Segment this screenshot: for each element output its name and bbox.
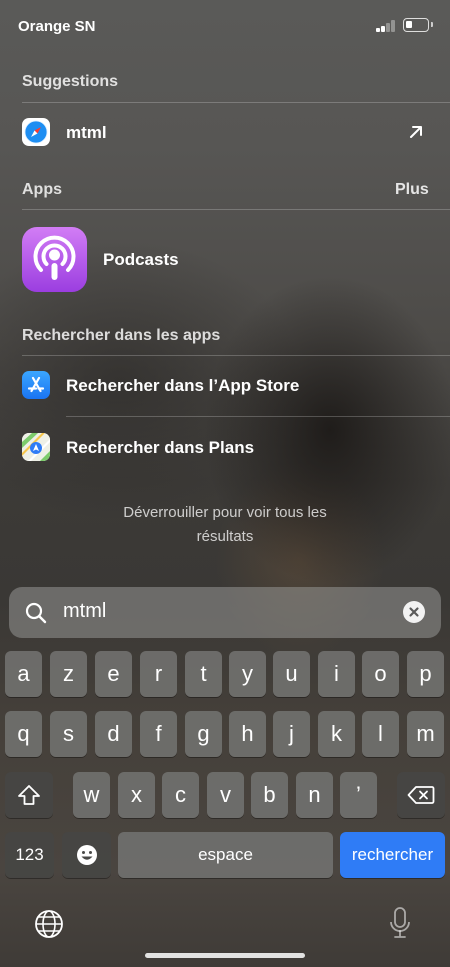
key-a[interactable]: a: [5, 651, 42, 697]
suggestion-row-mtml[interactable]: mtml: [0, 104, 450, 160]
apps-header: Apps: [22, 181, 62, 198]
search-in-apps-header: Rechercher dans les apps: [22, 327, 221, 344]
key-f[interactable]: f: [140, 711, 177, 757]
search-input[interactable]: mtml: [63, 600, 106, 623]
podcasts-icon: [22, 227, 87, 292]
apps-more-link[interactable]: Plus: [395, 181, 429, 199]
key-k[interactable]: k: [318, 711, 355, 757]
search-field[interactable]: mtml: [9, 587, 441, 638]
key-o[interactable]: o: [362, 651, 399, 697]
unlock-message-line2: résultats: [196, 528, 254, 545]
cellular-signal-icon: [376, 20, 396, 32]
clear-icon[interactable]: [403, 601, 425, 623]
delete-icon[interactable]: [397, 772, 445, 818]
globe-icon[interactable]: [34, 909, 64, 939]
key-p[interactable]: p: [407, 651, 444, 697]
key-m[interactable]: m: [407, 711, 444, 757]
key-s[interactable]: s: [50, 711, 87, 757]
unlock-message-line1: Déverrouiller pour voir tous les: [123, 504, 327, 521]
maps-icon: [22, 433, 50, 461]
key-z[interactable]: z: [50, 651, 87, 697]
key-apostrophe[interactable]: ’: [340, 772, 377, 818]
divider: [66, 416, 450, 417]
search-maps-label: Rechercher dans Plans: [66, 438, 255, 457]
microphone-icon[interactable]: [389, 906, 411, 940]
key-w[interactable]: w: [73, 772, 110, 818]
search-return-key[interactable]: rechercher: [340, 832, 445, 878]
key-q[interactable]: q: [5, 711, 42, 757]
key-g[interactable]: g: [185, 711, 222, 757]
key-e[interactable]: e: [95, 651, 132, 697]
key-l[interactable]: l: [362, 711, 399, 757]
app-store-icon: [22, 371, 50, 399]
key-x[interactable]: x: [118, 772, 155, 818]
key-c[interactable]: c: [162, 772, 199, 818]
key-u[interactable]: u: [273, 651, 310, 697]
key-v[interactable]: v: [207, 772, 244, 818]
divider: [22, 209, 450, 210]
key-b[interactable]: b: [251, 772, 288, 818]
search-icon: [24, 601, 48, 625]
key-h[interactable]: h: [229, 711, 266, 757]
divider: [22, 102, 450, 103]
key-r[interactable]: r: [140, 651, 177, 697]
numbers-key[interactable]: 123: [5, 832, 54, 878]
app-label: Podcasts: [103, 250, 179, 269]
search-app-store-label: Rechercher dans l’App Store: [66, 376, 300, 395]
search-app-store-row[interactable]: Rechercher dans l’App Store: [0, 357, 450, 415]
home-indicator[interactable]: [145, 953, 305, 958]
key-d[interactable]: d: [95, 711, 132, 757]
app-result-podcasts[interactable]: Podcasts: [0, 220, 450, 300]
key-i[interactable]: i: [318, 651, 355, 697]
suggestion-label: mtml: [66, 123, 107, 142]
key-j[interactable]: j: [273, 711, 310, 757]
arrow-up-right-icon[interactable]: [406, 122, 426, 142]
carrier-name: Orange SN: [18, 18, 96, 35]
shift-icon[interactable]: [5, 772, 53, 818]
emoji-icon[interactable]: [62, 832, 111, 878]
key-y[interactable]: y: [229, 651, 266, 697]
space-key[interactable]: espace: [118, 832, 333, 878]
search-maps-row[interactable]: Rechercher dans Plans: [0, 418, 450, 476]
battery-icon: [403, 18, 433, 32]
key-t[interactable]: t: [185, 651, 222, 697]
key-n[interactable]: n: [296, 772, 333, 818]
safari-compass-icon: [22, 118, 50, 146]
divider: [22, 355, 450, 356]
suggestions-header: Suggestions: [22, 73, 119, 90]
